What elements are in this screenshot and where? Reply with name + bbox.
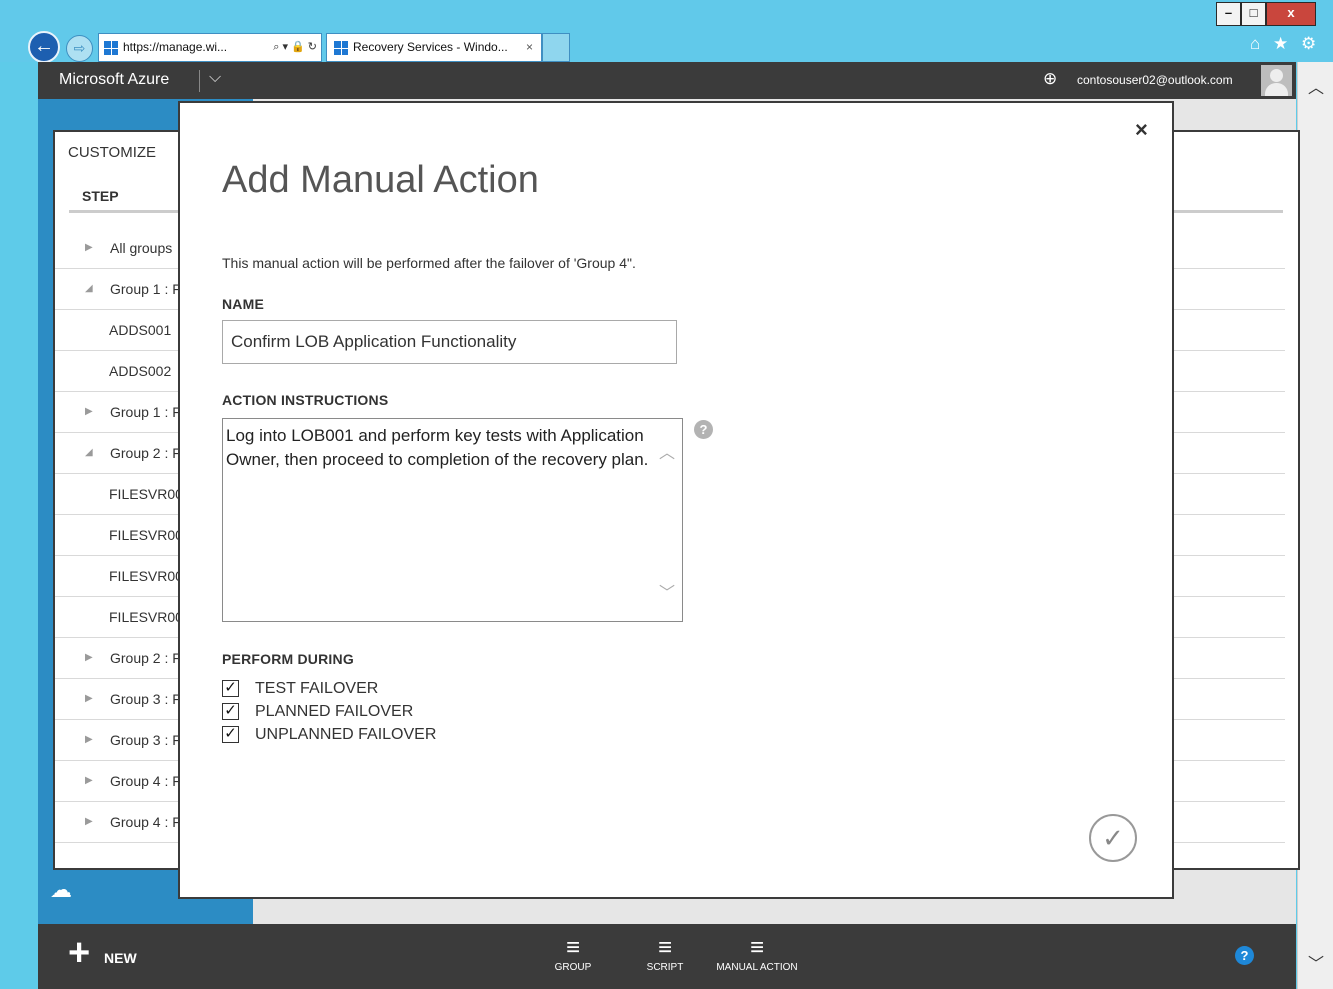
brand-menu-chevron-icon[interactable]: ⌵ — [209, 69, 221, 87]
command-label: SCRIPT — [646, 962, 684, 973]
add-group-button[interactable]: ≡ GROUP — [547, 934, 599, 973]
step-label: Group 4 : F — [110, 814, 181, 830]
step-label: Group 3 : F — [110, 732, 181, 748]
checkbox-check-icon[interactable]: ✓ — [222, 703, 239, 720]
address-bar[interactable]: https://manage.wi... ⌕ ▾ 🔒 ↻ — [98, 33, 322, 62]
step-label: Group 1 : F — [110, 281, 181, 297]
close-icon[interactable]: × — [1135, 117, 1148, 143]
forward-arrow-icon: ⇨ — [73, 40, 86, 56]
checkbox-label: PLANNED FAILOVER — [255, 703, 414, 720]
checkbox-check-icon[interactable]: ✓ — [222, 726, 239, 743]
step-label: Group 4 : F — [110, 773, 181, 789]
step-label: Group 3 : F — [110, 691, 181, 707]
plus-icon: + — [68, 932, 91, 974]
tab-title: Recovery Services - Windo... — [353, 40, 508, 54]
checkbox-label: TEST FAILOVER — [255, 680, 379, 697]
expand-icon[interactable]: ▶ — [85, 761, 93, 801]
command-label: MANUAL ACTION — [716, 962, 798, 973]
recovery-cloud-icon: ☁ — [50, 877, 72, 902]
globe-icon[interactable]: ⊕ — [1043, 69, 1057, 89]
textarea-scroll-up-icon[interactable]: ︿ — [659, 439, 675, 463]
collapse-icon[interactable]: ◢ — [85, 269, 93, 309]
step-label: Group 2 : F — [110, 445, 181, 461]
list-add-icon: ≡ — [657, 934, 672, 961]
dialog-description: This manual action will be performed aft… — [222, 255, 636, 271]
back-arrow-icon: ← — [34, 35, 54, 57]
collapse-icon[interactable]: ◢ — [85, 433, 93, 473]
add-manual-action-dialog: × Add Manual Action This manual action w… — [178, 101, 1174, 899]
perform-during-label: PERFORM DURING — [222, 651, 354, 667]
expand-icon[interactable]: ▶ — [85, 802, 93, 842]
brand-title[interactable]: Microsoft Azure — [59, 71, 169, 89]
action-instructions-textarea[interactable]: Log into LOB001 and perform key tests wi… — [222, 418, 683, 622]
scroll-up-icon[interactable]: ︿ — [1308, 74, 1324, 98]
command-bar: + NEW ≡ GROUP ≡ SCRIPT ≡ MANUAL ACTION ? — [38, 924, 1296, 989]
page-scrollbar[interactable]: ︿ ﹀ — [1297, 62, 1333, 989]
address-text: https://manage.wi... — [123, 40, 228, 54]
help-icon[interactable]: ? — [694, 420, 713, 439]
azure-header: Microsoft Azure ⌵ ⊕ contosouser02@outloo… — [38, 62, 1296, 99]
browser-toolbar-icons[interactable]: ⌂ ★ ⚙ — [1250, 34, 1320, 54]
step-label: FILESVR00 — [109, 527, 183, 543]
step-label: ADDS002 — [109, 363, 172, 379]
command-label: GROUP — [554, 962, 592, 973]
new-label: NEW — [104, 950, 137, 966]
step-label: All groups — [110, 240, 173, 256]
dialog-title: Add Manual Action — [222, 159, 539, 201]
textarea-scroll-down-icon[interactable]: ﹀ — [659, 579, 675, 603]
expand-icon[interactable]: ▶ — [85, 228, 93, 268]
help-icon[interactable]: ? — [1235, 946, 1254, 965]
forward-button[interactable]: ⇨ — [66, 35, 93, 62]
instructions-text: Log into LOB001 and perform key tests wi… — [226, 426, 649, 469]
add-script-button[interactable]: ≡ SCRIPT — [638, 934, 692, 973]
checkbox-check-icon[interactable]: ✓ — [222, 680, 239, 697]
action-instructions-label: ACTION INSTRUCTIONS — [222, 392, 389, 408]
step-label: FILESVR00 — [109, 486, 183, 502]
step-label: FILESVR00 — [109, 609, 183, 625]
address-tools-icon[interactable]: ⌕ ▾ 🔒 ↻ — [273, 34, 317, 61]
list-add-icon: ≡ — [749, 934, 764, 961]
step-column-header: STEP — [82, 188, 119, 204]
list-add-icon: ≡ — [565, 934, 580, 961]
expand-icon[interactable]: ▶ — [85, 638, 93, 678]
new-tab-button[interactable] — [542, 33, 570, 62]
name-field[interactable]: Confirm LOB Application Functionality — [222, 320, 677, 364]
user-email[interactable]: contosouser02@outlook.com — [1077, 73, 1233, 87]
step-label: Group 2 : F — [110, 650, 181, 666]
close-window-button[interactable]: x — [1266, 2, 1316, 26]
maximize-button[interactable]: □ — [1241, 2, 1266, 26]
panel-title: CUSTOMIZE — [68, 144, 157, 161]
new-button[interactable]: + NEW — [68, 933, 228, 973]
name-label: NAME — [222, 296, 265, 312]
step-label: Group 1 : F — [110, 404, 181, 420]
expand-icon[interactable]: ▶ — [85, 392, 93, 432]
step-label: ADDS001 — [109, 322, 172, 338]
checkbox-label: UNPLANNED FAILOVER — [255, 726, 437, 743]
scroll-down-icon[interactable]: ﹀ — [1308, 950, 1324, 974]
browser-tab[interactable]: Recovery Services - Windo... × — [326, 33, 542, 62]
windows-site-icon — [334, 41, 348, 55]
step-label: FILESVR00 — [109, 568, 183, 584]
expand-icon[interactable]: ▶ — [85, 679, 93, 719]
confirm-checkmark-button[interactable]: ✓ — [1089, 814, 1137, 862]
windows-site-icon — [104, 41, 118, 55]
back-button[interactable]: ← — [28, 31, 60, 63]
tab-close-icon[interactable]: × — [526, 34, 533, 61]
browser-chrome: – □ x ← ⇨ https://manage.wi... ⌕ ▾ 🔒 ↻ R… — [0, 0, 1333, 63]
add-manual-action-button[interactable]: ≡ MANUAL ACTION — [710, 934, 804, 973]
minimize-button[interactable]: – — [1216, 2, 1241, 26]
expand-icon[interactable]: ▶ — [85, 720, 93, 760]
avatar[interactable] — [1261, 65, 1292, 96]
